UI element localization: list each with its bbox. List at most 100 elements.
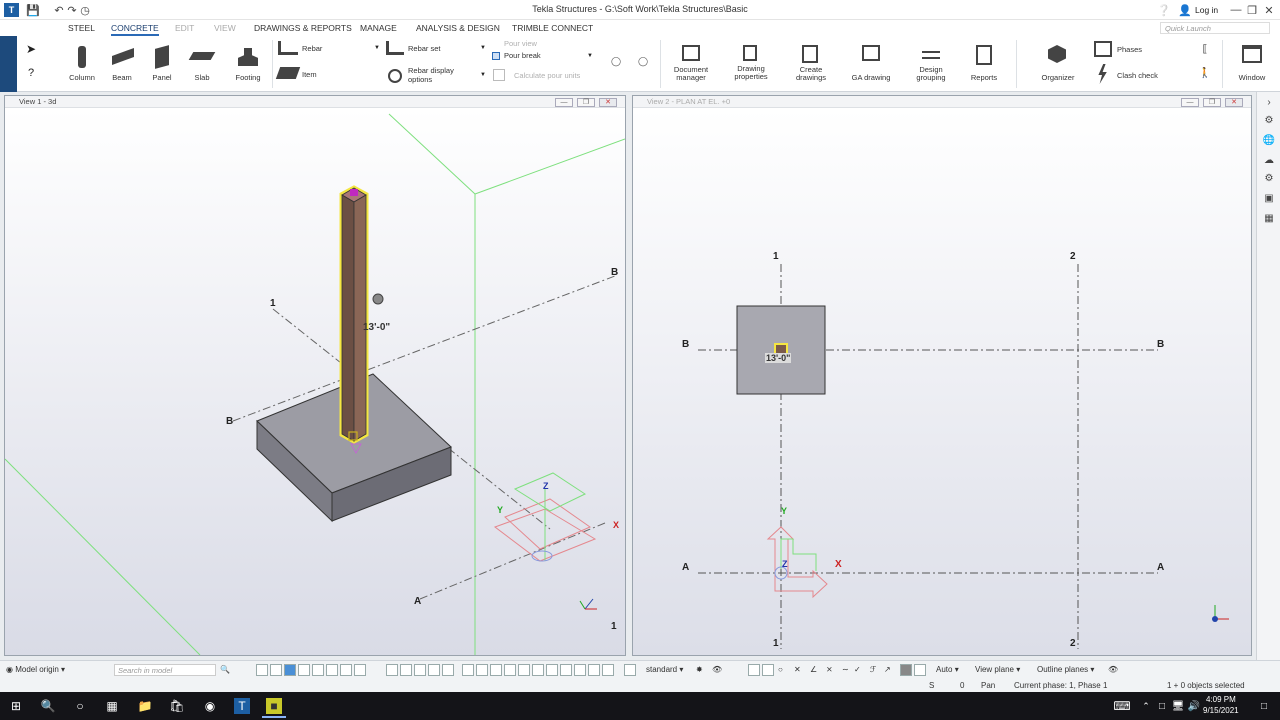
view1-restore-button[interactable]: ❐ bbox=[577, 98, 595, 107]
select-surfaces-icon[interactable] bbox=[354, 664, 366, 676]
view-plane-dropdown[interactable]: View plane ▾ bbox=[975, 665, 1020, 674]
draw-curve-icon[interactable]: ∼ bbox=[842, 665, 849, 674]
draw-line-icon[interactable]: ⨯ bbox=[826, 665, 833, 674]
snap-any-icon[interactable] bbox=[560, 664, 572, 676]
measure-icon[interactable]: ⟦ bbox=[1198, 42, 1212, 56]
select-lines-icon[interactable] bbox=[326, 664, 338, 676]
select-rebar-icon[interactable] bbox=[386, 664, 398, 676]
draw-cross-icon[interactable]: ✕ bbox=[794, 665, 801, 674]
reports-button[interactable]: Reports bbox=[964, 43, 1004, 85]
user-icon[interactable]: 👤 bbox=[1178, 3, 1192, 17]
angle-draw-icon[interactable]: ↗ bbox=[884, 665, 891, 674]
calculate-pour-units-label[interactable]: Calculate pour units bbox=[514, 72, 580, 80]
slab-button[interactable]: Slab bbox=[186, 44, 218, 84]
status-current-phase[interactable]: Current phase: 1, Phase 1 bbox=[1014, 681, 1107, 690]
select-parts-icon[interactable] bbox=[284, 664, 296, 676]
beam-button[interactable]: Beam bbox=[106, 44, 138, 84]
task-view-icon[interactable]: ▦ bbox=[104, 698, 120, 714]
cube-icon[interactable]: ▣ bbox=[1262, 192, 1276, 206]
settings-icon[interactable]: ⚙ bbox=[1262, 172, 1276, 186]
snap-mid-icon[interactable] bbox=[476, 664, 488, 676]
app-taskbar-icon[interactable]: ■ bbox=[266, 698, 282, 714]
draw-rect-icon[interactable] bbox=[762, 664, 774, 676]
snap-settings-icon[interactable] bbox=[624, 664, 636, 676]
snap-intersection-icon[interactable] bbox=[504, 664, 516, 676]
snap-grid-icon[interactable] bbox=[602, 664, 614, 676]
rebar-display-options-button[interactable]: Rebar display options bbox=[386, 66, 486, 86]
select-welds-icon[interactable] bbox=[312, 664, 324, 676]
volume-icon[interactable]: 🔊 bbox=[1186, 698, 1202, 714]
view1-close-button[interactable]: ✕ bbox=[599, 98, 617, 107]
rebar-button[interactable]: Rebar bbox=[278, 41, 378, 57]
select-components-icon[interactable] bbox=[414, 664, 426, 676]
visibility-icon[interactable]: 👁 bbox=[712, 665, 722, 674]
eye-hidden-icon[interactable]: ◯ bbox=[636, 55, 650, 67]
tray-up-icon[interactable]: ⌃ bbox=[1138, 698, 1154, 714]
view2-canvas[interactable] bbox=[633, 109, 1251, 655]
draw-circle-icon[interactable]: ○ bbox=[778, 665, 783, 674]
snap-perpendicular-icon[interactable] bbox=[518, 664, 530, 676]
tekla-taskbar-icon[interactable]: T bbox=[234, 698, 250, 714]
view1-panel[interactable]: View 1 - 3d — ❐ ✕ 1 B B A 1 13'-0" Z Y X bbox=[4, 95, 626, 656]
keyboard-icon[interactable]: ⌨ bbox=[1113, 698, 1130, 714]
globe-icon[interactable]: 🌐 bbox=[1262, 134, 1276, 148]
properties-icon[interactable]: ⚙ bbox=[1262, 114, 1276, 128]
pour-break-button[interactable]: Pour break bbox=[492, 51, 592, 63]
maximize-icon[interactable]: ❐ bbox=[1245, 3, 1259, 17]
pour-dropdown-icon[interactable]: ▼ bbox=[587, 53, 593, 59]
close-icon[interactable]: ✕ bbox=[1262, 3, 1276, 17]
trace-icon[interactable]: ℱ bbox=[870, 665, 876, 674]
quick-launch-input[interactable]: Quick Launch bbox=[1160, 22, 1270, 34]
walk-icon[interactable]: 🚶 bbox=[1198, 66, 1212, 80]
help-icon[interactable]: ❔ bbox=[1157, 3, 1171, 17]
pour-view-label[interactable]: Pour view bbox=[504, 40, 537, 48]
document-manager-button[interactable]: Document manager bbox=[670, 43, 712, 85]
chrome-icon[interactable]: ◉ bbox=[202, 698, 218, 714]
select-filter-icon[interactable] bbox=[270, 664, 282, 676]
view1-canvas[interactable] bbox=[5, 109, 625, 655]
clock-time[interactable]: 4:09 PM bbox=[1206, 695, 1236, 704]
snap-line-icon[interactable] bbox=[574, 664, 586, 676]
store-icon[interactable]: 🛍 bbox=[169, 698, 185, 714]
snap-nearest-icon[interactable] bbox=[546, 664, 558, 676]
tab-edit[interactable]: EDIT bbox=[175, 23, 194, 33]
window-button[interactable]: Window bbox=[1232, 43, 1272, 85]
select-grid-icon[interactable] bbox=[298, 664, 310, 676]
draw-angle-icon[interactable]: ∠ bbox=[810, 665, 817, 674]
footing-button[interactable]: Footing bbox=[231, 44, 265, 84]
minimize-icon[interactable]: — bbox=[1229, 3, 1243, 17]
item-button[interactable]: Item bbox=[275, 67, 338, 83]
tab-concrete[interactable]: CONCRETE bbox=[111, 23, 159, 36]
view1-minimize-button[interactable]: — bbox=[555, 98, 573, 107]
standard-dropdown[interactable]: standard ▾ bbox=[646, 665, 683, 674]
outline-planes-dropdown[interactable]: Outline planes ▾ bbox=[1037, 665, 1094, 674]
login-link[interactable]: Log in bbox=[1195, 5, 1218, 15]
network-icon[interactable]: 🖥 bbox=[1170, 698, 1186, 714]
tab-steel[interactable]: STEEL bbox=[68, 23, 95, 33]
rebar-dropdown-icon[interactable]: ▼ bbox=[374, 45, 380, 51]
tab-manage[interactable]: MANAGE bbox=[360, 23, 397, 33]
rebar-display-dropdown-icon[interactable]: ▼ bbox=[480, 72, 486, 78]
ga-drawing-button[interactable]: GA drawing bbox=[848, 43, 894, 85]
draw-check-icon[interactable]: ✓ bbox=[854, 665, 861, 674]
select-cuts-icon[interactable] bbox=[442, 664, 454, 676]
select-assembly-icon[interactable] bbox=[400, 664, 412, 676]
auto-dropdown[interactable]: Auto ▾ bbox=[936, 665, 959, 674]
expand-arrow-icon[interactable]: › bbox=[1262, 96, 1276, 110]
snap-depth-icon[interactable]: ✸ bbox=[696, 665, 703, 674]
file-explorer-icon[interactable]: 📁 bbox=[137, 698, 153, 714]
notifications-icon[interactable]: □ bbox=[1256, 698, 1272, 714]
components-icon[interactable]: ▦ bbox=[1262, 212, 1276, 226]
outline-visibility-icon[interactable]: 👁 bbox=[1108, 665, 1118, 674]
rebar-set-dropdown-icon[interactable]: ▼ bbox=[480, 45, 486, 51]
cortana-icon[interactable]: ○ bbox=[72, 698, 88, 714]
rebar-set-button[interactable]: Rebar set bbox=[386, 41, 486, 57]
clock-date[interactable]: 9/15/2021 bbox=[1203, 706, 1239, 715]
snap-extension-icon[interactable] bbox=[532, 664, 544, 676]
phases-button[interactable]: Phases bbox=[1094, 40, 1164, 58]
view2-close-button[interactable]: ✕ bbox=[1225, 98, 1243, 107]
snap-center-icon[interactable] bbox=[490, 664, 502, 676]
search-model-input[interactable]: Search in model bbox=[114, 664, 216, 676]
select-points-icon[interactable] bbox=[340, 664, 352, 676]
view2-panel[interactable]: View 2 - PLAN AT EL. +0 — ❐ ✕ 1 2 1 2 B … bbox=[632, 95, 1252, 656]
